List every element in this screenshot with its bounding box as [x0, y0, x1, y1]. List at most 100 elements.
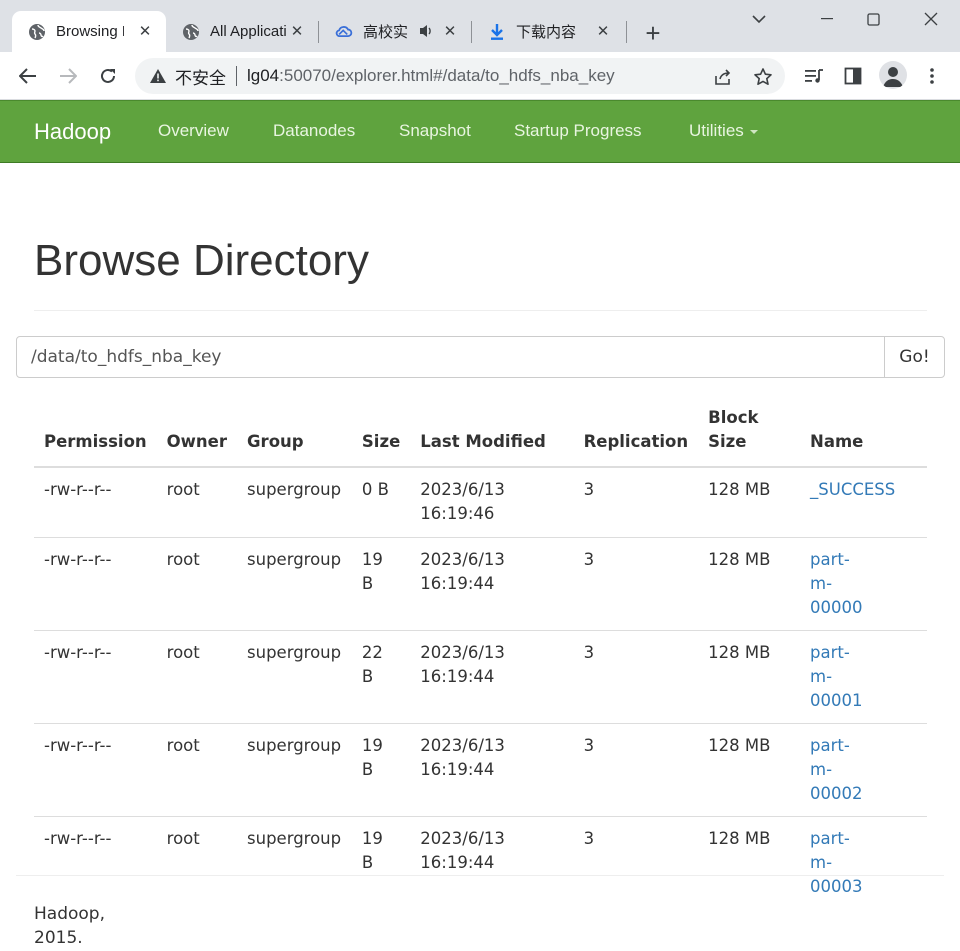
- more-menu-icon[interactable]: [918, 62, 946, 90]
- url-host: lg04: [247, 66, 280, 85]
- go-button[interactable]: Go!: [884, 336, 945, 378]
- new-tab-button[interactable]: +: [640, 20, 666, 46]
- bookmark-star-icon[interactable]: [753, 67, 773, 87]
- url-path: :50070/explorer.html#/data/to_hdfs_nba_k…: [279, 66, 615, 85]
- header-size[interactable]: Size: [351, 406, 411, 468]
- header-group[interactable]: Group: [237, 406, 352, 468]
- download-icon: [488, 23, 506, 41]
- back-arrow-icon[interactable]: [14, 62, 42, 90]
- brand-link[interactable]: Hadoop: [34, 119, 111, 145]
- table-row: -rw-r--r-- root supergroup 19 B 2023/6/1…: [34, 722, 927, 816]
- close-icon[interactable]: ✕: [441, 22, 459, 40]
- cell-permission: -rw-r--r--: [34, 629, 157, 723]
- cell-owner: root: [156, 466, 238, 537]
- file-link[interactable]: part-m-00001: [810, 643, 863, 710]
- cell-group: supergroup: [237, 722, 352, 816]
- tab-title: 下载内容: [516, 24, 577, 41]
- security-label[interactable]: 不安全: [175, 64, 226, 89]
- cell-permission: -rw-r--r--: [34, 536, 157, 630]
- divider: [34, 310, 927, 311]
- close-icon[interactable]: ✕: [136, 22, 154, 40]
- cell-permission: -rw-r--r--: [34, 466, 157, 537]
- hadoop-navbar: Hadoop Overview Datanodes Snapshot Start…: [0, 100, 960, 163]
- page-footer: Hadoop, 2015.: [34, 902, 105, 950]
- header-block-size[interactable]: Block Size: [698, 406, 801, 468]
- cell-block-size: 128 MB: [698, 815, 801, 909]
- directory-path-input[interactable]: [16, 336, 886, 378]
- tab-browsing-hdfs[interactable]: Browsing HDFS ✕: [12, 11, 166, 52]
- speaker-icon[interactable]: [419, 23, 433, 43]
- cell-name: _SUCCESS: [800, 466, 927, 537]
- cell-group: supergroup: [237, 536, 352, 630]
- nav-snapshot[interactable]: Snapshot: [399, 121, 471, 141]
- file-link[interactable]: part-m-00000: [810, 550, 863, 617]
- nav-datanodes[interactable]: Datanodes: [273, 121, 355, 141]
- header-owner[interactable]: Owner: [156, 406, 238, 468]
- reload-icon[interactable]: [94, 62, 122, 90]
- minimize-icon[interactable]: [804, 6, 850, 32]
- maximize-icon[interactable]: [850, 6, 896, 32]
- cell-permission: -rw-r--r--: [34, 722, 157, 816]
- file-link[interactable]: part-m-00003: [810, 829, 863, 896]
- cell-group: supergroup: [237, 466, 352, 537]
- divider: [16, 875, 944, 876]
- cell-replication: 3: [573, 466, 699, 537]
- cell-replication: 3: [573, 815, 699, 909]
- page-title: Browse Directory: [34, 236, 369, 285]
- side-panel-icon[interactable]: [839, 62, 867, 90]
- tab-title: All Applications: [210, 23, 286, 40]
- table-row: -rw-r--r-- root supergroup 19 B 2023/6/1…: [34, 536, 927, 630]
- cell-block-size: 128 MB: [698, 629, 801, 723]
- cell-group: supergroup: [237, 815, 352, 909]
- cell-last-modified: 2023/6/13 16:19:44: [410, 536, 574, 630]
- table-header-row: Permission Owner Group Size Last Modifie…: [34, 406, 927, 468]
- file-link[interactable]: _SUCCESS: [810, 480, 895, 499]
- cell-owner: root: [156, 536, 238, 630]
- footer-line: Hadoop,: [34, 904, 105, 924]
- header-replication[interactable]: Replication: [573, 406, 699, 468]
- tab-search-chevron-icon[interactable]: [736, 6, 782, 32]
- footer-line: 2015.: [34, 928, 83, 948]
- share-icon[interactable]: [713, 67, 733, 87]
- cell-last-modified: 2023/6/13 16:19:44: [410, 815, 574, 909]
- file-link[interactable]: part-m-00002: [810, 736, 863, 803]
- browser-tab-strip: Browsing HDFS ✕ All Applications ✕ 高校实 ✕…: [0, 0, 960, 52]
- url-text[interactable]: lg04:50070/explorer.html#/data/to_hdfs_n…: [247, 66, 615, 86]
- cell-last-modified: 2023/6/13 16:19:44: [410, 722, 574, 816]
- header-last-modified[interactable]: Last Modified: [410, 406, 574, 468]
- forward-arrow-icon[interactable]: [54, 62, 82, 90]
- cell-owner: root: [156, 815, 238, 909]
- cell-size: 22 B: [351, 629, 411, 723]
- tab-all-applications[interactable]: All Applications ✕: [166, 11, 318, 52]
- close-icon[interactable]: ✕: [288, 22, 306, 40]
- cell-replication: 3: [573, 629, 699, 723]
- cell-block-size: 128 MB: [698, 722, 801, 816]
- nav-overview[interactable]: Overview: [158, 121, 229, 141]
- profile-avatar-icon[interactable]: [879, 61, 907, 89]
- globe-icon: [182, 23, 200, 41]
- divider: [236, 66, 237, 86]
- tab-divider: [626, 21, 627, 43]
- cell-group: supergroup: [237, 629, 352, 723]
- header-permission[interactable]: Permission: [34, 406, 157, 468]
- cell-owner: root: [156, 722, 238, 816]
- caret-down-icon: [749, 129, 758, 134]
- table-row: -rw-r--r-- root supergroup 0 B 2023/6/13…: [34, 466, 927, 537]
- tab-downloads[interactable]: 下载内容 ✕: [472, 11, 624, 52]
- cell-name: part-m-00003: [800, 815, 927, 909]
- close-window-icon[interactable]: [908, 6, 954, 32]
- warning-triangle-icon[interactable]: [149, 67, 167, 85]
- nav-startup-progress[interactable]: Startup Progress: [514, 121, 642, 141]
- cell-name: part-m-00002: [800, 722, 927, 816]
- cell-replication: 3: [573, 722, 699, 816]
- header-name[interactable]: Name: [800, 406, 927, 468]
- address-bar[interactable]: 不安全 lg04:50070/explorer.html#/data/to_hd…: [135, 58, 785, 94]
- cell-size: 19 B: [351, 536, 411, 630]
- globe-icon: [28, 23, 46, 41]
- cell-name: part-m-00000: [800, 536, 927, 630]
- cloud-icon: [335, 23, 353, 41]
- media-control-icon[interactable]: [800, 62, 828, 90]
- tab-gaoxiao[interactable]: 高校实 ✕: [319, 11, 471, 52]
- close-icon[interactable]: ✕: [594, 22, 612, 40]
- nav-utilities[interactable]: Utilities: [689, 121, 758, 141]
